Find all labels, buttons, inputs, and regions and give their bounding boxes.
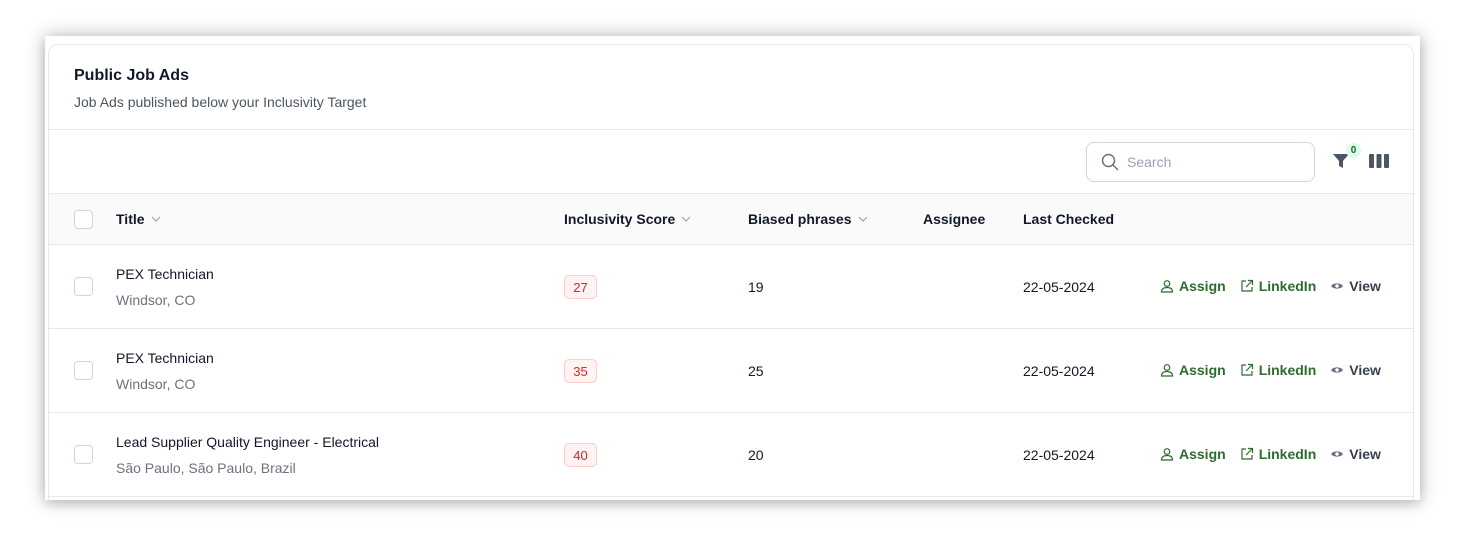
assign-button[interactable]: Assign (1160, 362, 1226, 378)
biased-phrases-count: 19 (748, 279, 764, 295)
inclusivity-score-badge: 27 (564, 275, 597, 299)
job-title-cell: Lead Supplier Quality Engineer - Electri… (116, 434, 379, 476)
table-row: Lead Supplier Quality Engineer - Electri… (49, 413, 1413, 497)
inclusivity-score-badge: 40 (564, 443, 597, 467)
user-icon (1160, 280, 1174, 293)
column-header-biased-label: Biased phrases (748, 211, 852, 227)
columns-icon[interactable] (1368, 152, 1390, 170)
eye-icon (1331, 451, 1344, 457)
column-header-biased[interactable]: Biased phrases (748, 211, 868, 227)
user-icon (1160, 448, 1174, 461)
filter-count-badge: 0 (1346, 143, 1361, 158)
last-checked-date: 22-05-2024 (1023, 447, 1095, 463)
card-subtitle: Job Ads published below your Inclusivity… (74, 94, 367, 110)
assign-button[interactable]: Assign (1160, 446, 1226, 462)
last-checked-date: 22-05-2024 (1023, 279, 1095, 295)
external-link-icon (1241, 447, 1253, 460)
view-label: View (1349, 446, 1381, 462)
linkedin-button[interactable]: LinkedIn (1240, 446, 1317, 462)
view-button[interactable]: View (1330, 278, 1381, 294)
inclusivity-score-badge: 35 (564, 359, 597, 383)
column-header-title[interactable]: Title (116, 211, 161, 227)
column-header-score[interactable]: Inclusivity Score (564, 211, 691, 227)
biased-phrases-count: 20 (748, 447, 764, 463)
window-frame: Public Job Ads Job Ads published below y… (45, 36, 1420, 500)
row-actions: Assign LinkedIn View (1160, 446, 1381, 462)
chevron-down-icon (858, 216, 867, 222)
chevron-down-icon (151, 216, 160, 222)
view-button[interactable]: View (1330, 362, 1381, 378)
row-actions: Assign LinkedIn View (1160, 362, 1381, 378)
card-title: Public Job Ads (74, 67, 189, 84)
job-title: PEX Technician (116, 350, 214, 366)
view-label: View (1349, 362, 1381, 378)
search-input[interactable] (1127, 154, 1297, 170)
search-icon (1101, 153, 1119, 171)
external-link-icon (1241, 363, 1253, 376)
job-title-cell: PEX Technician Windsor, CO (116, 266, 214, 308)
column-header-assignee-label: Assignee (923, 211, 986, 227)
assign-label: Assign (1179, 446, 1226, 462)
job-ads-card: Public Job Ads Job Ads published below y… (48, 44, 1414, 500)
column-header-title-label: Title (116, 211, 145, 227)
table-row: PEX Technician Windsor, CO 35 25 22-05-2… (49, 329, 1413, 413)
linkedin-label: LinkedIn (1258, 446, 1317, 462)
biased-phrases-count: 25 (748, 363, 764, 379)
job-title: PEX Technician (116, 266, 214, 282)
eye-icon (1331, 367, 1344, 373)
row-checkbox[interactable] (74, 445, 93, 464)
search-box[interactable] (1086, 142, 1315, 182)
chevron-down-icon (681, 216, 691, 222)
row-actions: Assign LinkedIn View (1160, 278, 1381, 294)
row-checkbox[interactable] (74, 361, 93, 380)
linkedin-label: LinkedIn (1258, 362, 1317, 378)
external-link-icon (1241, 279, 1253, 292)
job-location: Windsor, CO (116, 376, 196, 392)
table-header: Title Inclusivity Score Biased phrases A… (49, 194, 1413, 245)
row-checkbox[interactable] (74, 277, 93, 296)
user-icon (1160, 364, 1174, 377)
job-title-cell: PEX Technician Windsor, CO (116, 350, 214, 392)
table-toolbar: 0 (49, 130, 1413, 194)
table-row: PEX Technician Windsor, CO 27 19 22-05-2… (49, 245, 1413, 329)
card-header: Public Job Ads Job Ads published below y… (49, 45, 1413, 130)
view-button[interactable]: View (1330, 446, 1381, 462)
assign-label: Assign (1179, 278, 1226, 294)
view-label: View (1349, 278, 1381, 294)
job-location: São Paulo, São Paulo, Brazil (116, 460, 296, 476)
assign-label: Assign (1179, 362, 1226, 378)
linkedin-button[interactable]: LinkedIn (1240, 362, 1317, 378)
linkedin-button[interactable]: LinkedIn (1240, 278, 1317, 294)
column-header-score-label: Inclusivity Score (564, 211, 676, 227)
select-all-checkbox[interactable] (74, 210, 93, 229)
job-location: Windsor, CO (116, 292, 196, 308)
assign-button[interactable]: Assign (1160, 278, 1226, 294)
column-header-last-checked: Last Checked (1023, 211, 1114, 227)
last-checked-date: 22-05-2024 (1023, 363, 1095, 379)
column-header-assignee: Assignee (923, 211, 985, 227)
column-header-last-checked-label: Last Checked (1023, 211, 1115, 227)
job-title: Lead Supplier Quality Engineer - Electri… (116, 434, 380, 450)
linkedin-label: LinkedIn (1258, 278, 1317, 294)
eye-icon (1331, 283, 1344, 289)
